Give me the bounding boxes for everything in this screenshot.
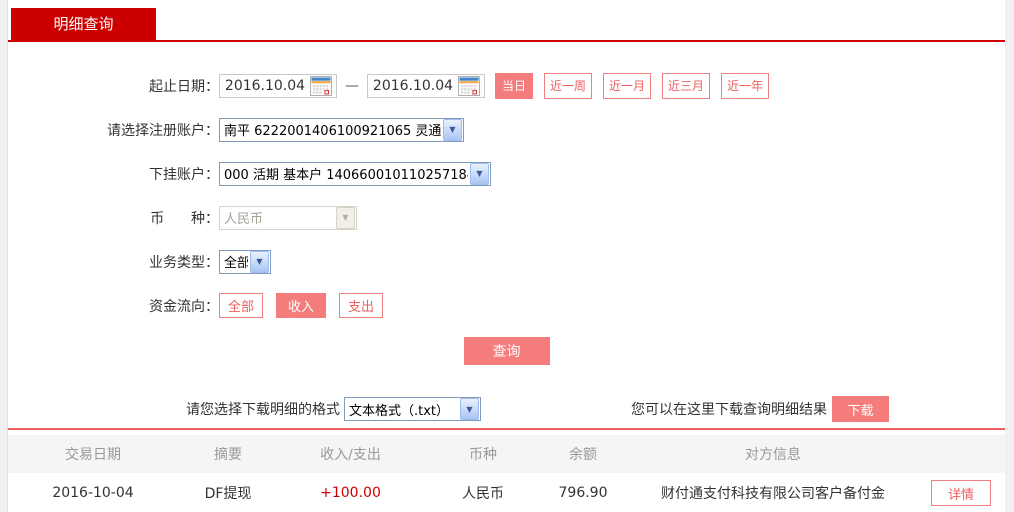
cell-currency: 人民币 bbox=[462, 486, 504, 502]
currency-row: 币 种： 人民币 ▼ bbox=[8, 205, 1005, 230]
chevron-down-icon: ▼ bbox=[470, 162, 489, 185]
cell-action: 详情 bbox=[923, 480, 1005, 506]
table-header: 交易日期 摘要 收入/支出 币种 余额 对方信息 bbox=[8, 435, 1005, 473]
sub-account-row: 下挂账户： 000 活期 基本户 1406600101102571848 ▼ bbox=[8, 161, 1005, 186]
download-hint: 您可以在这里下载查询明细结果 bbox=[631, 402, 827, 418]
sub-account-value: 000 活期 基本户 1406600101102571848 bbox=[224, 168, 468, 183]
cell-balance: 796.90 bbox=[558, 485, 608, 501]
date-range-label: 起止日期： bbox=[149, 78, 219, 95]
tab-detail-query[interactable]: 明细查询 bbox=[11, 8, 156, 40]
start-date-field bbox=[219, 73, 337, 98]
cell-counterparty: 财付通支付科技有限公司客户备付金 bbox=[661, 486, 885, 502]
table-separator bbox=[8, 428, 1005, 430]
download-row: 请您选择下载明细的格式 文本格式（.txt） ▼ 您可以在这里下载查询明细结果 … bbox=[186, 396, 1005, 422]
download-format-label: 请您选择下载明细的格式 bbox=[186, 402, 340, 418]
fund-flow-income-button[interactable]: 收入 bbox=[276, 293, 327, 318]
cell-amount: +100.00 bbox=[320, 485, 381, 501]
cell-summary: DF提现 bbox=[204, 486, 252, 502]
quick-range-quarter-button[interactable]: 近三月 bbox=[662, 72, 711, 99]
tab-bar: 明细查询 bbox=[8, 0, 1005, 42]
fund-flow-expense-button[interactable]: 支出 bbox=[339, 293, 384, 318]
business-type-label: 业务类型： bbox=[149, 254, 219, 271]
cell-date: 2016-10-04 bbox=[52, 485, 134, 501]
fund-flow-label: 资金流向： bbox=[149, 298, 219, 315]
table-row: 2016-10-04 DF提现 +100.00 人民币 796.90 财付通支付… bbox=[8, 473, 1005, 512]
content-panel: 明细查询 起止日期： 2016.10.04 — 2016.10.04 当日 近一… bbox=[7, 0, 1005, 512]
end-date-input[interactable] bbox=[368, 75, 458, 96]
business-type-row: 业务类型： 全部 ▼ bbox=[8, 249, 1005, 274]
fund-flow-all-button[interactable]: 全部 bbox=[219, 293, 264, 318]
col-header-amount: 收入/支出 bbox=[320, 447, 381, 463]
quick-range-year-button[interactable]: 近一年 bbox=[721, 72, 770, 99]
start-date-input[interactable] bbox=[220, 75, 310, 96]
col-header-summary: 摘要 bbox=[214, 447, 242, 463]
date-range-row: 起止日期： 2016.10.04 — 2016.10.04 当日 近一周 近一月… bbox=[8, 72, 1005, 99]
registered-account-label: 请选择注册账户： bbox=[107, 122, 219, 139]
currency-select: 人民币 ▼ bbox=[219, 205, 357, 230]
business-type-select[interactable]: 全部 ▼ bbox=[219, 249, 271, 274]
currency-value: 人民币 bbox=[224, 212, 264, 227]
calendar-icon[interactable] bbox=[458, 75, 480, 96]
sub-account-label: 下挂账户： bbox=[149, 166, 219, 183]
chevron-down-icon: ▼ bbox=[443, 118, 462, 141]
sub-account-select[interactable]: 000 活期 基本户 1406600101102571848 ▼ bbox=[219, 161, 491, 186]
fund-flow-row: 资金流向： 全部 收入 支出 bbox=[8, 293, 1005, 318]
download-button[interactable]: 下载 bbox=[832, 396, 889, 422]
query-button[interactable]: 查询 bbox=[463, 337, 550, 365]
quick-range-today-button[interactable]: 当日 bbox=[495, 72, 534, 99]
col-header-date: 交易日期 bbox=[65, 447, 121, 463]
date-range-separator: — bbox=[345, 77, 359, 94]
business-type-value: 全部 bbox=[224, 256, 248, 271]
chevron-down-icon: ▼ bbox=[336, 206, 355, 229]
detail-button[interactable]: 详情 bbox=[931, 480, 991, 506]
calendar-icon[interactable] bbox=[310, 75, 332, 96]
registered-account-select[interactable]: 南平 6222001406100921065 灵通卡 ▼ bbox=[219, 117, 464, 142]
download-format-select[interactable]: 文本格式（.txt） ▼ bbox=[344, 397, 481, 421]
chevron-down-icon: ▼ bbox=[250, 250, 269, 273]
query-form: 起止日期： 2016.10.04 — 2016.10.04 当日 近一周 近一月… bbox=[8, 42, 1005, 365]
registered-account-row: 请选择注册账户： 南平 6222001406100921065 灵通卡 ▼ bbox=[8, 117, 1005, 142]
col-header-currency: 币种 bbox=[469, 447, 497, 463]
quick-range-week-button[interactable]: 近一周 bbox=[544, 72, 593, 99]
end-date-field bbox=[367, 73, 485, 98]
col-header-counterparty: 对方信息 bbox=[745, 447, 801, 463]
registered-account-value: 南平 6222001406100921065 灵通卡 bbox=[224, 124, 441, 139]
download-format-value: 文本格式（.txt） bbox=[349, 403, 450, 419]
currency-label: 币 种： bbox=[150, 210, 219, 227]
col-header-balance: 余额 bbox=[569, 447, 597, 463]
quick-range-month-button[interactable]: 近一月 bbox=[603, 72, 652, 99]
chevron-down-icon: ▼ bbox=[460, 398, 479, 420]
